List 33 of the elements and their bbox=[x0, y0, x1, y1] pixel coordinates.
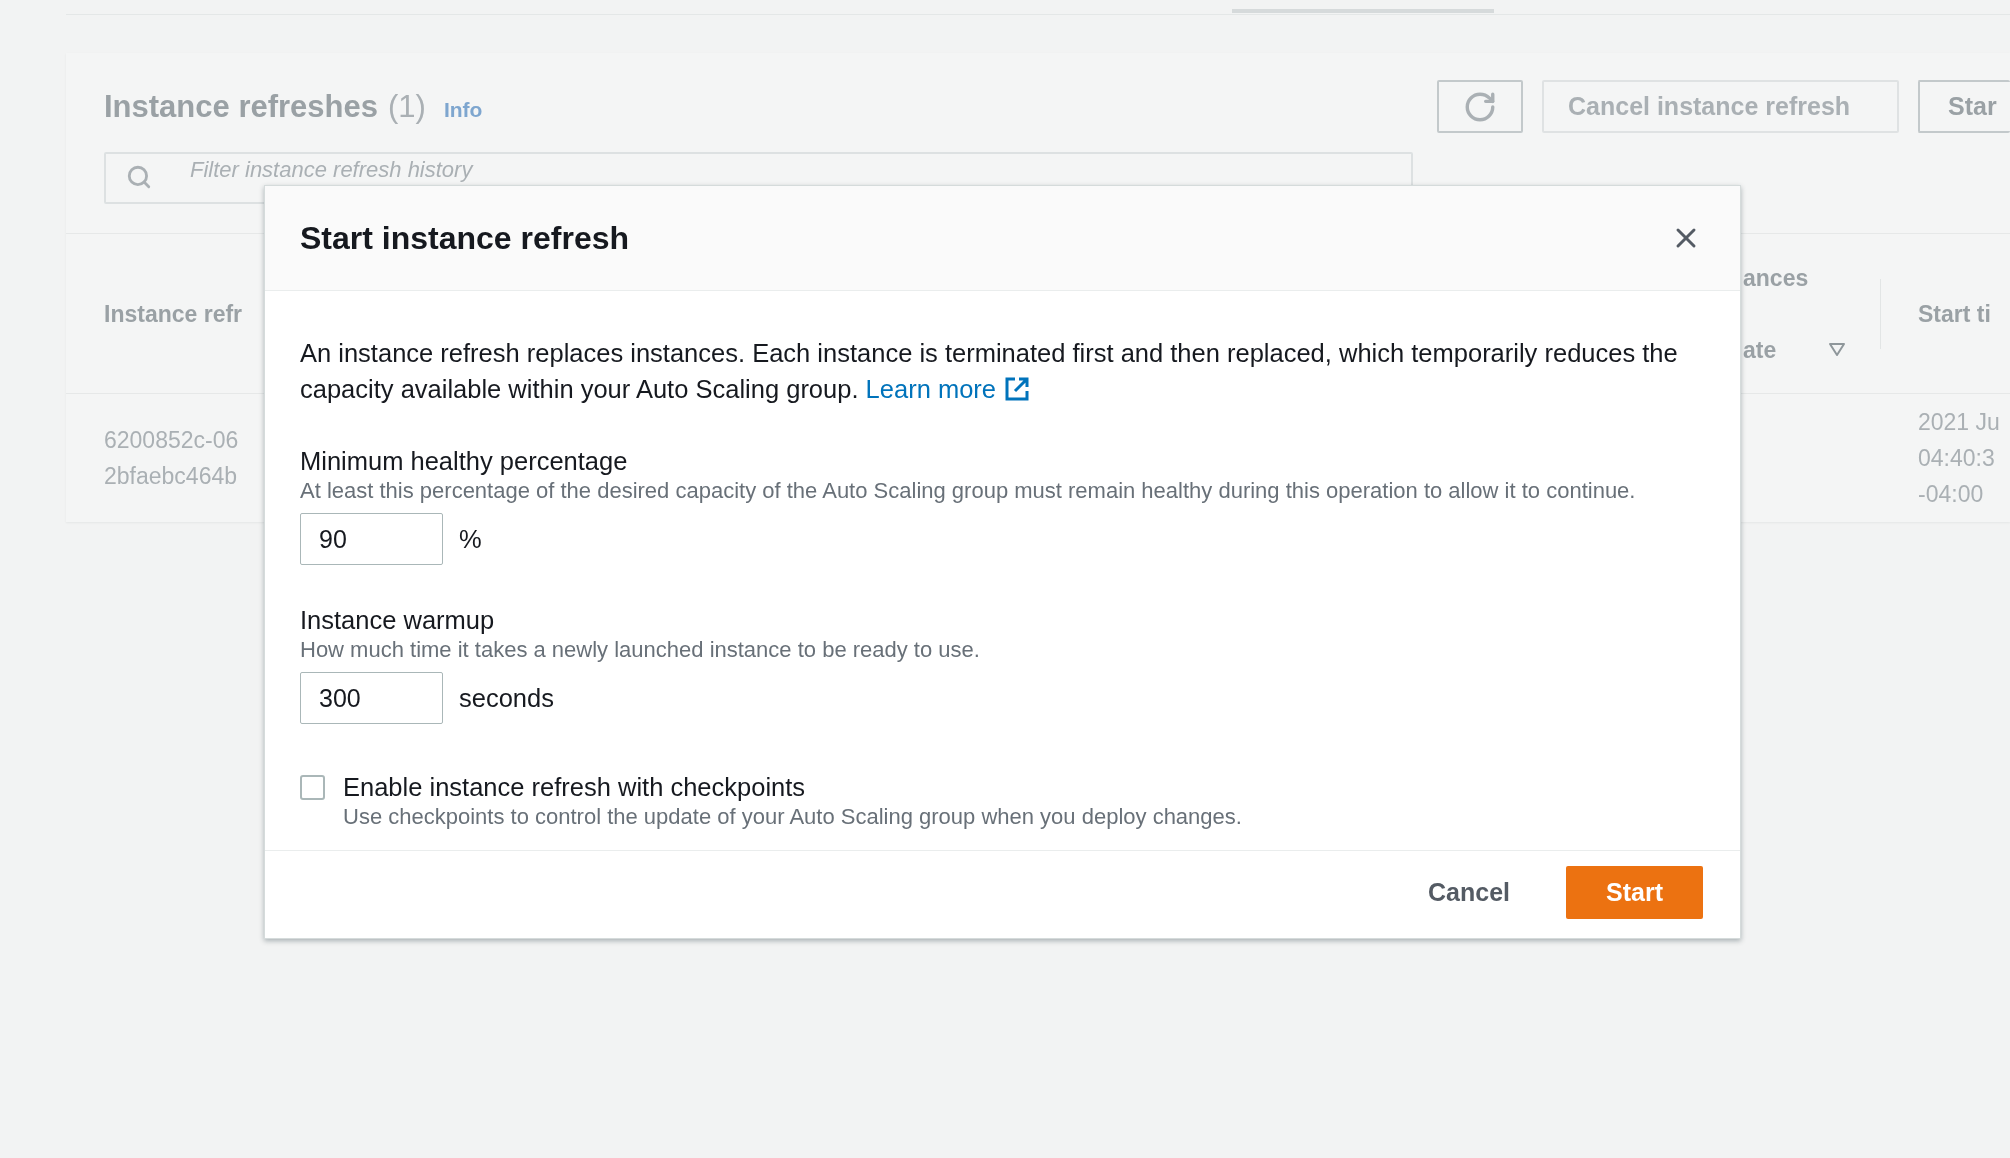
panel-title: Instance refreshes bbox=[104, 88, 378, 125]
number-input[interactable]: 90 bbox=[300, 513, 443, 565]
external-link-icon bbox=[1004, 376, 1030, 402]
table-cell-text: 6200852c-06 bbox=[104, 426, 240, 455]
start-button[interactable]: Start bbox=[1566, 866, 1703, 919]
column-header[interactable]: Instance refr bbox=[104, 295, 243, 332]
modal-title: Start instance refresh bbox=[300, 219, 629, 257]
info-link[interactable]: Info bbox=[443, 97, 483, 122]
table-cell-text: 04:40:3 bbox=[1918, 444, 1996, 473]
unit-label: seconds bbox=[459, 683, 554, 713]
column-header[interactable]: ances bbox=[1743, 259, 1809, 296]
intro-text: An instance refresh replaces instances. Each instance is terminated first and then replaced, which temporarily reduces the capacity available within your Auto Scaling group. Learn more bbox=[300, 335, 1704, 407]
checkbox-description: Use checkpoints to control the update of your Auto Scaling group when you deploy changes. bbox=[343, 803, 1243, 831]
table-cell-text: -04:00 bbox=[1918, 480, 1985, 509]
learn-more-link[interactable]: Learn more bbox=[865, 371, 1030, 407]
number-input[interactable]: 300 bbox=[300, 672, 443, 724]
item-count: (1) bbox=[388, 88, 426, 125]
refresh-button[interactable] bbox=[1437, 80, 1523, 133]
field-description: How much time it takes a newly launched instance to be ready to use. bbox=[300, 636, 981, 664]
search-icon bbox=[126, 164, 152, 190]
action-button[interactable]: Star bbox=[1918, 80, 2010, 133]
field-label: Instance warmup bbox=[300, 605, 496, 636]
column-header[interactable]: Start ti bbox=[1918, 295, 1991, 332]
table-cell-text: 2021 Ju bbox=[1918, 408, 2001, 437]
checkbox-label: Enable instance refresh with checkpoints bbox=[343, 772, 807, 803]
cancel-button[interactable]: Cancel bbox=[1408, 866, 1530, 919]
checkbox[interactable] bbox=[300, 775, 325, 800]
sort-triangle-icon[interactable] bbox=[1828, 342, 1846, 357]
table-cell-text: 2bfaebc464b bbox=[104, 462, 238, 491]
field-description: At least this percentage of the desired capacity of the Auto Scaling group must remain healthy during this operation to allow it to continue. bbox=[300, 477, 1637, 505]
column-header[interactable]: ate bbox=[1743, 331, 1777, 368]
field-label: Minimum healthy percentage bbox=[300, 446, 629, 477]
unit-label: % bbox=[459, 524, 482, 554]
